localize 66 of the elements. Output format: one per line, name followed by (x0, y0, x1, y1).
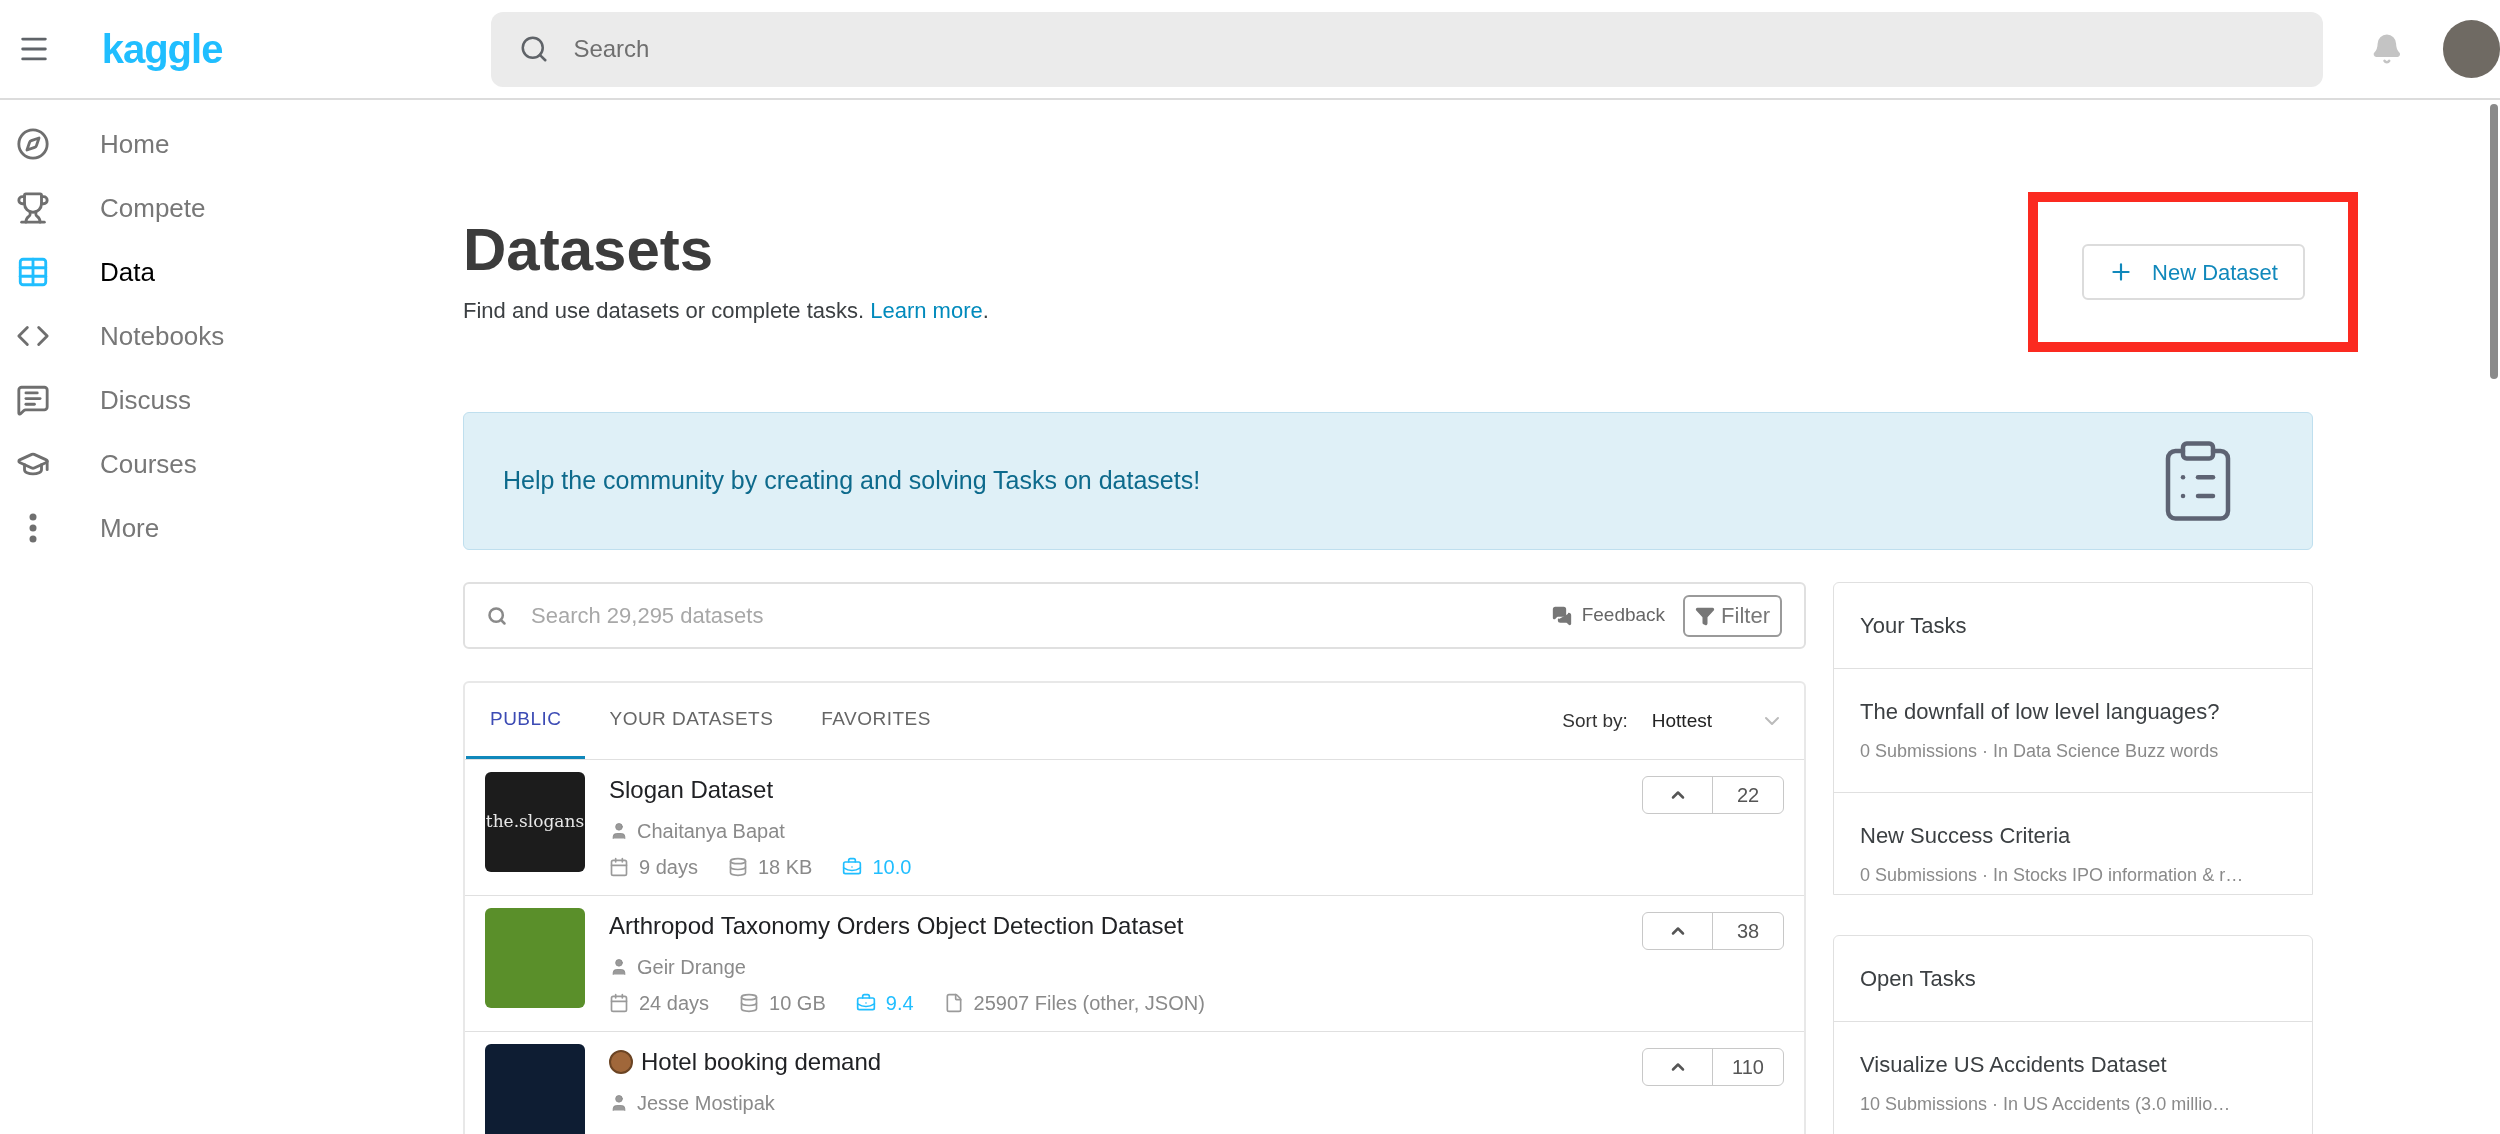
database-icon (727, 857, 748, 877)
briefcase-icon (855, 993, 876, 1013)
sidebar-item[interactable]: More (0, 496, 463, 560)
search-field[interactable]: Search (491, 11, 2323, 87)
page-title: Datasets (463, 220, 715, 280)
compass-icon (16, 127, 50, 161)
task-subtitle: 10 Submissions · In US Accidents (3.0 millio… (1860, 1093, 2232, 1116)
panel-title: Your Tasks (1860, 612, 1967, 640)
task-title: Visualize US Accidents Dataset (1860, 1051, 2168, 1079)
search-icon (487, 606, 507, 626)
task-item[interactable]: New Success Criteria 0 Submissions · In Stocks IPO information & r… (1834, 793, 2312, 894)
filter-icon (1695, 605, 1716, 626)
dataset-title[interactable]: Arthropod Taxonomy Orders Object Detection Dataset (609, 908, 1184, 944)
filter-button[interactable]: Filter (1683, 594, 1782, 637)
tab[interactable]: FAVORITES (797, 683, 955, 759)
new-dataset-button[interactable]: New Dataset (2081, 244, 2305, 300)
dataset-meta: 9.4 (885, 991, 914, 1016)
dataset-author[interactable]: Geir Drange (637, 952, 746, 982)
dataset-meta: 10 GB (769, 991, 826, 1016)
dataset-meta: 10.0 (872, 855, 912, 880)
briefcase-icon (842, 857, 863, 877)
chat-icon (1551, 605, 1572, 626)
task-subtitle: 0 Submissions · In Stocks IPO information & r… (1860, 864, 2245, 887)
sidebar-item[interactable]: Notebooks (0, 304, 463, 368)
panel-title: Open Tasks (1860, 965, 1976, 993)
sidebar-item[interactable]: Compete (0, 176, 463, 240)
avatar-photo[interactable] (2442, 20, 2500, 78)
banner-text: Help the community by creating and solving Tasks on datasets! (503, 465, 1201, 497)
dataset-meta: 25907 Files (other, JSON) (973, 991, 1205, 1016)
learn-more-link[interactable]: Learn more (870, 298, 983, 323)
dataset-author[interactable]: Jesse Mostipak (637, 1088, 775, 1118)
tab[interactable]: YOUR DATASETS (585, 683, 798, 759)
dataset-search-bar[interactable]: Search 29,295 datasets Feedback Filter (463, 582, 1806, 649)
vote-count: 38 (1735, 919, 1761, 944)
task-item[interactable]: The downfall of low level languages? 0 Submissions · In Data Science Buzz words (1834, 669, 2312, 793)
sort-label: Sort by: (1562, 708, 1628, 733)
dataset-author[interactable]: Chaitanya Bapat (637, 816, 785, 846)
task-title: The downfall of low level languages? (1860, 698, 2221, 726)
sort-dropdown[interactable]: Hottest (1651, 706, 1784, 736)
more-icon (29, 513, 37, 543)
database-icon (739, 993, 760, 1013)
page-subtitle: Find and use datasets or complete tasks. Learn more. (463, 297, 989, 325)
trophy-icon (16, 191, 50, 225)
dataset-meta: 9 days (639, 855, 698, 880)
feedback-button[interactable]: Feedback (1551, 601, 1666, 630)
sidebar-item[interactable]: Data (0, 240, 463, 304)
dataset-title[interactable]: Slogan Dataset (609, 772, 774, 808)
table-icon (16, 255, 50, 289)
vote-count: 110 (1731, 1055, 1765, 1080)
thumbnail-text: the.slogans (485, 810, 585, 834)
task-title: New Success Criteria (1860, 822, 2072, 850)
sidebar-item[interactable]: Home (0, 112, 463, 176)
scrollbar-thumb[interactable] (2490, 104, 2498, 379)
vote-count: 22 (1735, 783, 1761, 808)
tab[interactable]: PUBLIC (466, 683, 586, 759)
dataset-meta: 24 days (639, 991, 710, 1016)
dataset-meta: 18 KB (757, 855, 813, 880)
calendar-icon (609, 857, 629, 877)
calendar-icon (609, 993, 629, 1013)
dataset-title[interactable]: Hotel booking demand (641, 1044, 882, 1080)
task-subtitle: 0 Submissions · In Data Science Buzz words (1860, 740, 2220, 763)
task-item[interactable]: Visualize US Accidents Dataset 10 Submissions · In US Accidents (3.0 millio… (1834, 1022, 2312, 1134)
dataset-search-field[interactable]: Search 29,295 datasets (465, 584, 1552, 647)
chat-icon (16, 383, 50, 417)
sidebar-item[interactable]: Courses (0, 432, 463, 496)
sidebar-item[interactable]: Discuss (0, 368, 463, 432)
